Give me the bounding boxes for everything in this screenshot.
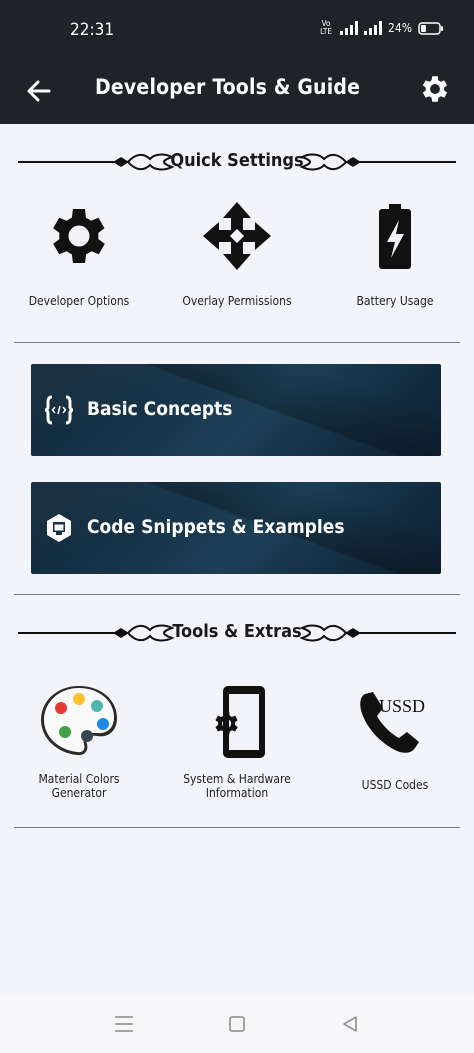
divider	[14, 594, 460, 595]
home-square-icon[interactable]	[225, 1013, 249, 1035]
move-arrows-icon	[203, 202, 271, 270]
code-snippet-icon	[47, 514, 71, 542]
tile-label-line1: System & Hardware	[183, 772, 291, 786]
divider	[14, 827, 460, 828]
arrow-left-icon[interactable]	[22, 74, 56, 108]
battery-icon	[418, 21, 443, 35]
battery-charging-icon	[379, 204, 411, 269]
tile-label: Overlay Permissions	[182, 294, 292, 308]
tile-system-hardware[interactable]: System & Hardware Information	[167, 684, 307, 800]
status-bar: 22:31 Vo LTE 24%	[0, 0, 474, 58]
menu-icon[interactable]	[112, 1013, 136, 1035]
tile-label-line2: Generator	[51, 786, 107, 800]
status-time: 22:31	[70, 20, 115, 40]
battery-percent: 24%	[388, 21, 412, 35]
tile-label-line2: Information	[205, 786, 269, 800]
tile-label-line1: Material Colors	[38, 772, 120, 786]
divider	[14, 342, 460, 343]
tile-label: Battery Usage	[356, 294, 434, 308]
banner-label: Code Snippets & Examples	[87, 516, 345, 538]
tile-label: Developer Options	[28, 294, 130, 308]
section-header-quick-settings: Quick Settings	[0, 145, 474, 179]
section-header-tools-extras: Tools & Extras	[0, 616, 474, 650]
ornament-right	[299, 153, 456, 171]
gear-icon	[53, 209, 105, 263]
banner-code-snippets[interactable]: Code Snippets & Examples	[31, 482, 441, 574]
tile-ussd-codes[interactable]: USSD USSD Codes	[325, 688, 465, 792]
signal-icon-2	[364, 21, 382, 35]
code-braces-icon	[44, 395, 74, 425]
banner-label: Basic Concepts	[87, 398, 233, 420]
tile-material-colors[interactable]: Material Colors Generator	[9, 682, 149, 800]
signal-icon	[340, 21, 358, 35]
tile-label-line1: USSD Codes	[361, 778, 429, 792]
gear-icon[interactable]	[418, 72, 452, 106]
app-bar: Developer Tools & Guide	[0, 58, 474, 124]
ussd-icon-text: USSD	[379, 696, 425, 716]
system-nav-bar	[0, 995, 474, 1053]
banner-basic-concepts[interactable]: Basic Concepts	[31, 364, 441, 456]
tile-overlay-permissions[interactable]: Overlay Permissions	[167, 200, 307, 308]
phone-settings-icon	[215, 686, 265, 758]
ussd-phone-icon: USSD	[360, 692, 425, 753]
tile-battery-usage[interactable]: Battery Usage	[325, 200, 465, 308]
back-triangle-icon[interactable]	[338, 1013, 362, 1035]
palette-icon	[41, 686, 117, 756]
network-label: Vo LTE	[320, 19, 332, 36]
ornament-right	[299, 624, 456, 642]
page-title: Developer Tools & Guide	[95, 75, 361, 99]
status-icons: Vo LTE 24%	[318, 20, 444, 36]
tile-developer-options[interactable]: Developer Options	[9, 200, 149, 308]
